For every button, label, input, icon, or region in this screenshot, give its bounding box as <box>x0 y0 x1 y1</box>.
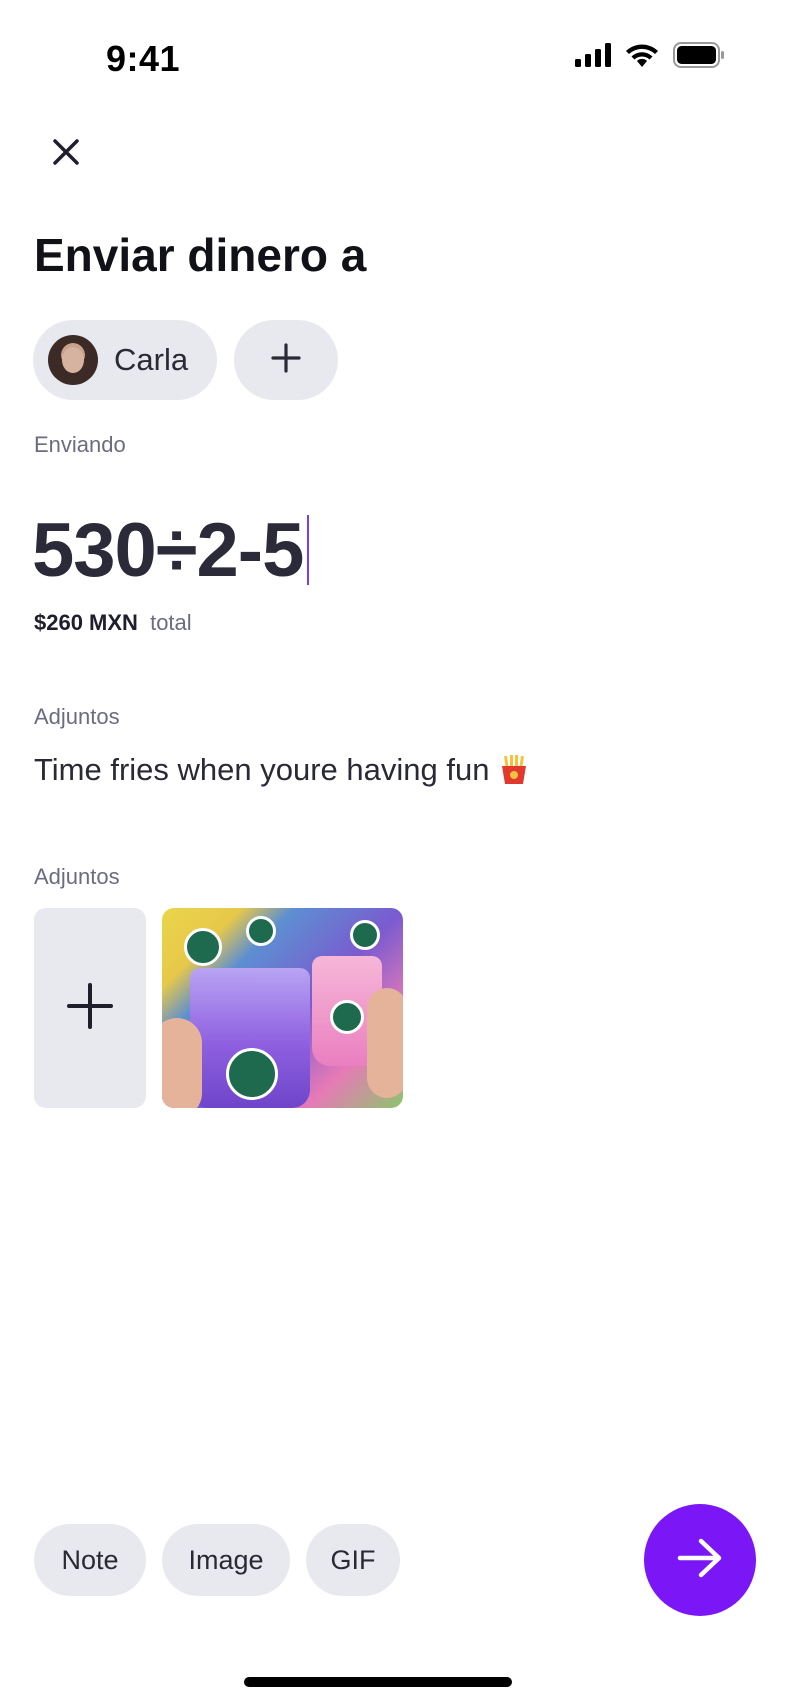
note-text: Time fries when youre having fun <box>34 752 490 787</box>
note-label: Adjuntos <box>34 704 120 729</box>
plus-icon <box>271 342 301 378</box>
text-caret <box>307 515 310 585</box>
image-button[interactable]: Image <box>162 1524 290 1596</box>
close-button[interactable] <box>40 128 92 180</box>
recipient-list: Carla <box>33 320 338 400</box>
send-money-screen: 9:41 Enviar dinero a Carla Enviando 530÷… <box>0 0 787 1704</box>
hand-shape <box>367 988 403 1098</box>
logo-mark <box>330 1000 364 1034</box>
note-button[interactable]: Note <box>34 1524 146 1596</box>
status-bar: 9:41 <box>0 0 787 110</box>
attachments-row <box>34 908 403 1108</box>
arrow-right-icon <box>677 1538 723 1583</box>
status-icons <box>575 42 725 73</box>
total-amount: $260 MXN <box>34 610 138 635</box>
wifi-icon <box>625 43 659 73</box>
home-indicator[interactable] <box>244 1677 512 1687</box>
add-recipient-button[interactable] <box>234 320 338 400</box>
logo-mark <box>226 1048 278 1100</box>
battery-icon <box>673 42 725 73</box>
cellular-signal-icon <box>575 43 611 72</box>
gif-button[interactable]: GIF <box>306 1524 400 1596</box>
logo-mark <box>350 920 380 950</box>
note-text-field[interactable]: Time fries when youre having fun <box>34 752 527 788</box>
total-line: $260 MXN total <box>34 610 192 636</box>
amount-expression: 530÷2-5 <box>32 507 304 593</box>
add-attachment-button[interactable] <box>34 908 146 1108</box>
avatar <box>48 335 98 385</box>
recipient-name: Carla <box>114 342 189 377</box>
hand-shape <box>162 1018 202 1108</box>
close-icon <box>52 138 80 171</box>
amount-label: Enviando <box>34 432 126 457</box>
send-button[interactable] <box>644 1504 756 1616</box>
plus-icon <box>67 982 113 1034</box>
status-time: 9:41 <box>106 38 181 79</box>
logo-mark <box>246 916 276 946</box>
recipient-chip-carla[interactable]: Carla <box>33 320 217 400</box>
attachment-image-thumbnail[interactable] <box>162 908 403 1108</box>
french-fries-icon <box>501 755 527 785</box>
total-word: total <box>150 610 192 635</box>
amount-input[interactable]: 530÷2-5 <box>32 508 310 593</box>
attachments-label: Adjuntos <box>34 864 120 889</box>
logo-mark <box>184 928 222 966</box>
page-title: Enviar dinero a <box>34 229 367 281</box>
attachment-actions: Note Image GIF <box>34 1524 400 1596</box>
